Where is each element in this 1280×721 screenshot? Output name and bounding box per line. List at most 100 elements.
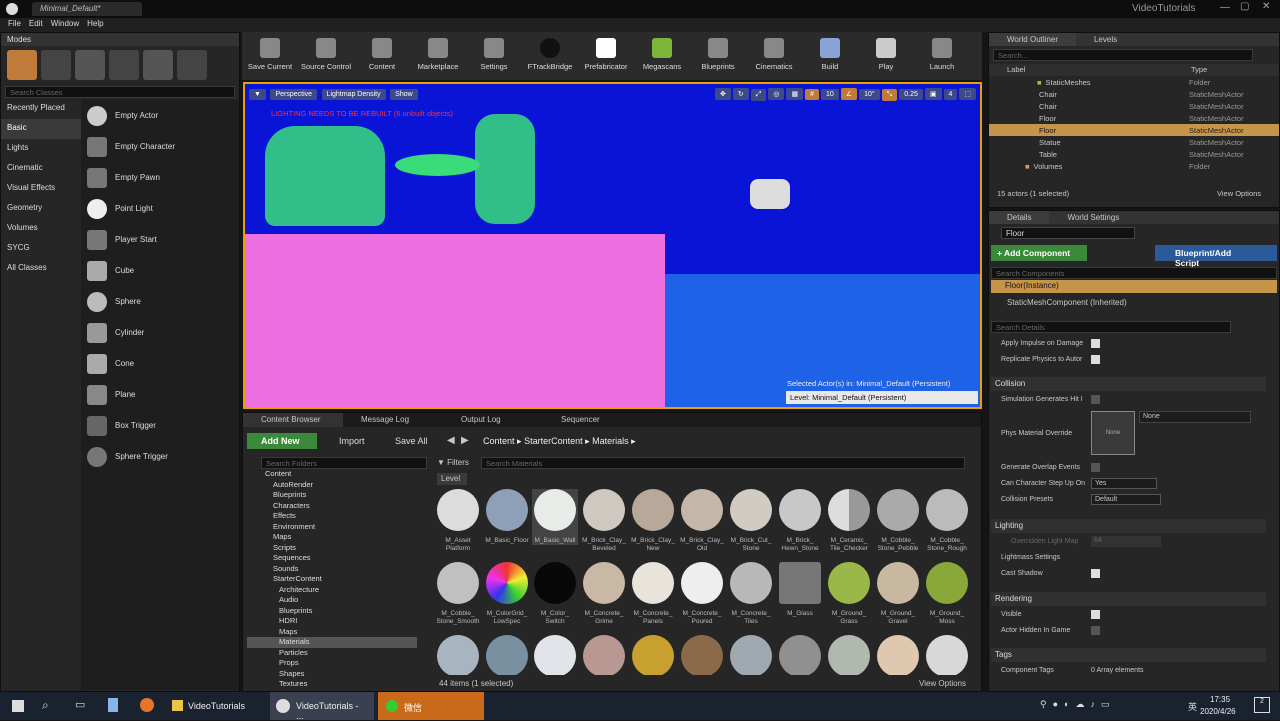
prop-lightmass[interactable]: Lightmass Settings	[991, 549, 1266, 565]
outliner-row[interactable]: Statue StaticMeshActor	[989, 136, 1279, 148]
folder-item[interactable]: Sounds	[247, 564, 417, 575]
search-details-input[interactable]: Search Details	[991, 321, 1231, 333]
world-local-icon[interactable]: ◎	[768, 88, 785, 100]
asset-tile[interactable]: M_Ground_ Gravel	[875, 562, 921, 626]
prefabricator-button[interactable]: Prefabricator	[578, 32, 634, 80]
asset-tile[interactable]	[924, 635, 970, 675]
rotate-icon[interactable]: ↻	[732, 88, 749, 100]
folder-item[interactable]: Environment	[247, 522, 417, 533]
folder-item[interactable]: Props	[247, 658, 417, 669]
folder-item[interactable]: Shapes	[247, 669, 417, 680]
place-cylinder[interactable]: Cylinder	[81, 317, 239, 348]
folder-item[interactable]: Blueprints	[247, 490, 417, 501]
forward-arrow-icon[interactable]: ▶	[461, 435, 469, 446]
folder-item[interactable]: Content	[247, 469, 417, 480]
folder-item-selected[interactable]: Materials	[247, 637, 417, 648]
asset-tile[interactable]: M_Ceramic_ Tile_Checker	[826, 489, 872, 553]
view-mode-button[interactable]: Lightmap Density	[321, 89, 386, 100]
actor-name-input[interactable]: Floor	[1001, 227, 1135, 239]
source-control-button[interactable]: Source Control	[298, 32, 354, 80]
menu-help[interactable]: Help	[87, 19, 103, 28]
category-sycg[interactable]: SYCG	[1, 239, 81, 259]
viewport-options-button[interactable]: ▼	[249, 89, 266, 100]
outliner-view-options[interactable]: View Options	[1217, 189, 1261, 198]
asset-tile[interactable]	[728, 635, 774, 675]
rotation-snap-value[interactable]: 10°	[859, 89, 880, 100]
asset-tile[interactable]: M_Brick_ Hewn_Stone	[777, 489, 823, 553]
save-all-button[interactable]: Save All	[395, 436, 428, 446]
asset-tile[interactable]: M_Basic_Floor	[484, 489, 530, 545]
marketplace-button[interactable]: Marketplace	[410, 32, 466, 80]
folder-item[interactable]: Scripts	[247, 543, 417, 554]
save-current-button[interactable]: Save Current	[242, 32, 298, 80]
outliner-row[interactable]: ■ Volumes Folder	[989, 160, 1279, 172]
step-up-dropdown[interactable]: Yes	[1091, 477, 1157, 489]
overlap-checkbox[interactable]	[1091, 462, 1100, 472]
show-button[interactable]: Show	[390, 89, 418, 100]
outliner-row[interactable]: Chair StaticMeshActor	[989, 88, 1279, 100]
outliner-row[interactable]: Chair StaticMeshActor	[989, 100, 1279, 112]
folder-item[interactable]: Textures	[247, 679, 417, 689]
grid-snap-icon[interactable]: #	[805, 89, 819, 100]
asset-tile[interactable]: M_Concrete_ Panels	[630, 562, 676, 626]
asset-tile[interactable]	[875, 635, 921, 675]
perspective-button[interactable]: Perspective	[270, 89, 318, 100]
place-empty-pawn[interactable]: Empty Pawn	[81, 162, 239, 193]
asset-tile[interactable]	[484, 635, 530, 675]
menu-file[interactable]: File	[8, 19, 21, 28]
component-instance-row[interactable]: Floor(Instance)	[991, 280, 1277, 293]
geometry-mode-icon[interactable]	[143, 50, 173, 80]
asset-tile[interactable]	[777, 635, 823, 675]
place-cube[interactable]: Cube	[81, 255, 239, 286]
asset-tile[interactable]: M_Concrete_ Grime	[581, 562, 627, 626]
place-cone[interactable]: Cone	[81, 348, 239, 379]
col-label[interactable]: Label	[1007, 65, 1025, 74]
landscape-mode-icon[interactable]	[75, 50, 105, 80]
content-view-options[interactable]: View Options	[919, 679, 966, 688]
settings-button[interactable]: Settings	[466, 32, 522, 80]
asset-tile[interactable]: M_Ground_ Moss	[924, 562, 970, 626]
place-box-trigger[interactable]: Box Trigger	[81, 410, 239, 441]
blueprint-add-script-button[interactable]: Blueprint/Add Script	[1155, 245, 1277, 268]
maximize-button[interactable]: ▢	[1240, 1, 1249, 12]
folder-item[interactable]: Maps	[247, 532, 417, 543]
category-cinematic[interactable]: Cinematic	[1, 159, 81, 179]
asset-tile[interactable]: M_Brick_Cut_ Stone	[728, 489, 774, 553]
folder-item[interactable]: Maps	[247, 627, 417, 638]
paint-mode-icon[interactable]	[41, 50, 71, 80]
component-row[interactable]: StaticMeshComponent (Inherited)	[1007, 298, 1127, 307]
category-geometry[interactable]: Geometry	[1, 199, 81, 219]
folder-item[interactable]: HDRI	[247, 616, 417, 627]
cast-shadow-checkbox[interactable]	[1091, 568, 1100, 578]
scale-snap-value[interactable]: 0.25	[899, 89, 923, 100]
notification-icon[interactable]: 2	[1254, 697, 1270, 713]
category-visual-effects[interactable]: Visual Effects	[1, 179, 81, 199]
asset-tile[interactable]: M_Asset Platform	[435, 489, 481, 553]
search-folders-input[interactable]: Search Folders	[261, 457, 427, 469]
tab-world-outliner[interactable]: World Outliner	[989, 33, 1076, 46]
asset-tile[interactable]: M_Concrete_ Poured	[679, 562, 725, 626]
place-plane[interactable]: Plane	[81, 379, 239, 410]
build-button[interactable]: Build	[802, 32, 858, 80]
rotation-snap-icon[interactable]: ∠	[840, 88, 858, 100]
apply-impulse-checkbox[interactable]	[1091, 338, 1100, 348]
asset-tile[interactable]: M_Cobble_ Stone_Smooth	[435, 562, 481, 626]
section-tags[interactable]: Tags	[991, 648, 1266, 662]
outliner-row-selected[interactable]: Floor StaticMeshActor	[989, 124, 1279, 136]
taskbar-item[interactable]: VideoTutorials	[166, 692, 268, 720]
place-sphere[interactable]: Sphere	[81, 286, 239, 317]
sim-hit-checkbox[interactable]	[1091, 394, 1100, 404]
tab-content-browser[interactable]: Content Browser	[243, 413, 343, 427]
play-button[interactable]: Play	[858, 32, 914, 80]
add-new-button[interactable]: Add New	[247, 433, 317, 449]
place-empty-character[interactable]: Empty Character	[81, 131, 239, 162]
folder-item[interactable]: Particles	[247, 648, 417, 659]
level-tab[interactable]: Minimal_Default*	[32, 2, 142, 16]
folder-item[interactable]: Effects	[247, 511, 417, 522]
category-lights[interactable]: Lights	[1, 139, 81, 159]
section-collision[interactable]: Collision	[991, 377, 1266, 391]
place-sphere-trigger[interactable]: Sphere Trigger	[81, 441, 239, 472]
translate-icon[interactable]: ✥	[715, 88, 731, 100]
section-lighting[interactable]: Lighting	[991, 519, 1266, 533]
outliner-search-input[interactable]: Search...	[993, 49, 1253, 61]
